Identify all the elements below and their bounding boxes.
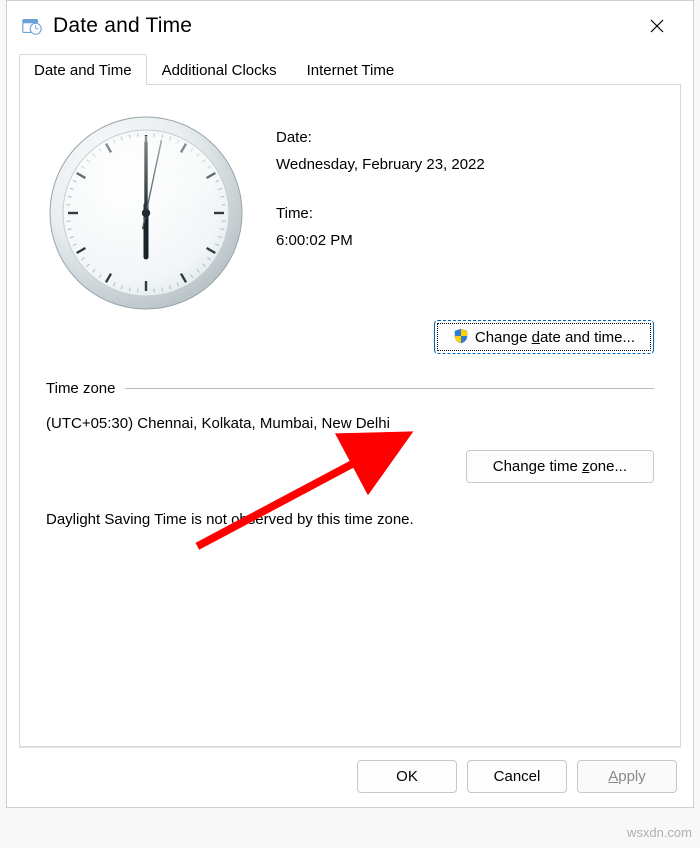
window-title: Date and Time <box>53 14 637 38</box>
cancel-button[interactable]: Cancel <box>467 760 567 793</box>
close-button[interactable] <box>637 6 677 46</box>
tab-panel-date-and-time: Date: Wednesday, February 23, 2022 Time:… <box>19 84 681 747</box>
tab-internet-time[interactable]: Internet Time <box>292 54 410 85</box>
annotation-arrow <box>160 425 460 555</box>
date-label: Date: <box>276 129 654 146</box>
change-dt-accelerator: d <box>532 329 540 346</box>
time-value: 6:00:02 PM <box>276 232 654 249</box>
tab-additional-clocks[interactable]: Additional Clocks <box>147 54 292 85</box>
watermark: wsxdn.com <box>627 825 692 840</box>
dst-note: Daylight Saving Time is not observed by … <box>46 511 654 528</box>
ok-button[interactable]: OK <box>357 760 457 793</box>
timezone-value: (UTC+05:30) Chennai, Kolkata, Mumbai, Ne… <box>46 415 654 432</box>
change-tz-suffix: one... <box>589 458 627 475</box>
change-time-zone-button[interactable]: Change time zone... <box>466 450 654 483</box>
apply-button[interactable]: Apply <box>577 760 677 793</box>
dialog-button-bar: OK Cancel Apply <box>19 747 681 797</box>
apply-suffix: pply <box>618 768 646 785</box>
change-dt-suffix: ate and time... <box>540 329 635 346</box>
date-time-dialog: Date and Time Date and Time Additional C… <box>6 0 694 808</box>
change-dt-prefix: Change <box>475 329 532 346</box>
datetime-fields: Date: Wednesday, February 23, 2022 Time:… <box>276 109 654 316</box>
change-tz-prefix: Change time <box>493 458 582 475</box>
date-value: Wednesday, February 23, 2022 <box>276 156 654 173</box>
tab-date-and-time[interactable]: Date and Time <box>19 54 147 85</box>
tab-strip: Date and Time Additional Clocks Internet… <box>19 51 681 85</box>
date-time-icon <box>21 15 43 37</box>
apply-accelerator: A <box>608 768 618 785</box>
section-divider <box>125 388 654 389</box>
uac-shield-icon <box>453 328 469 344</box>
analog-clock <box>46 109 246 316</box>
time-label: Time: <box>276 205 654 222</box>
change-date-time-button[interactable]: Change date and time... <box>434 320 654 354</box>
timezone-heading: Time zone <box>46 380 115 397</box>
dialog-body: Date and Time Additional Clocks Internet… <box>7 51 693 807</box>
titlebar: Date and Time <box>7 1 693 51</box>
timezone-section-header: Time zone <box>46 380 654 397</box>
